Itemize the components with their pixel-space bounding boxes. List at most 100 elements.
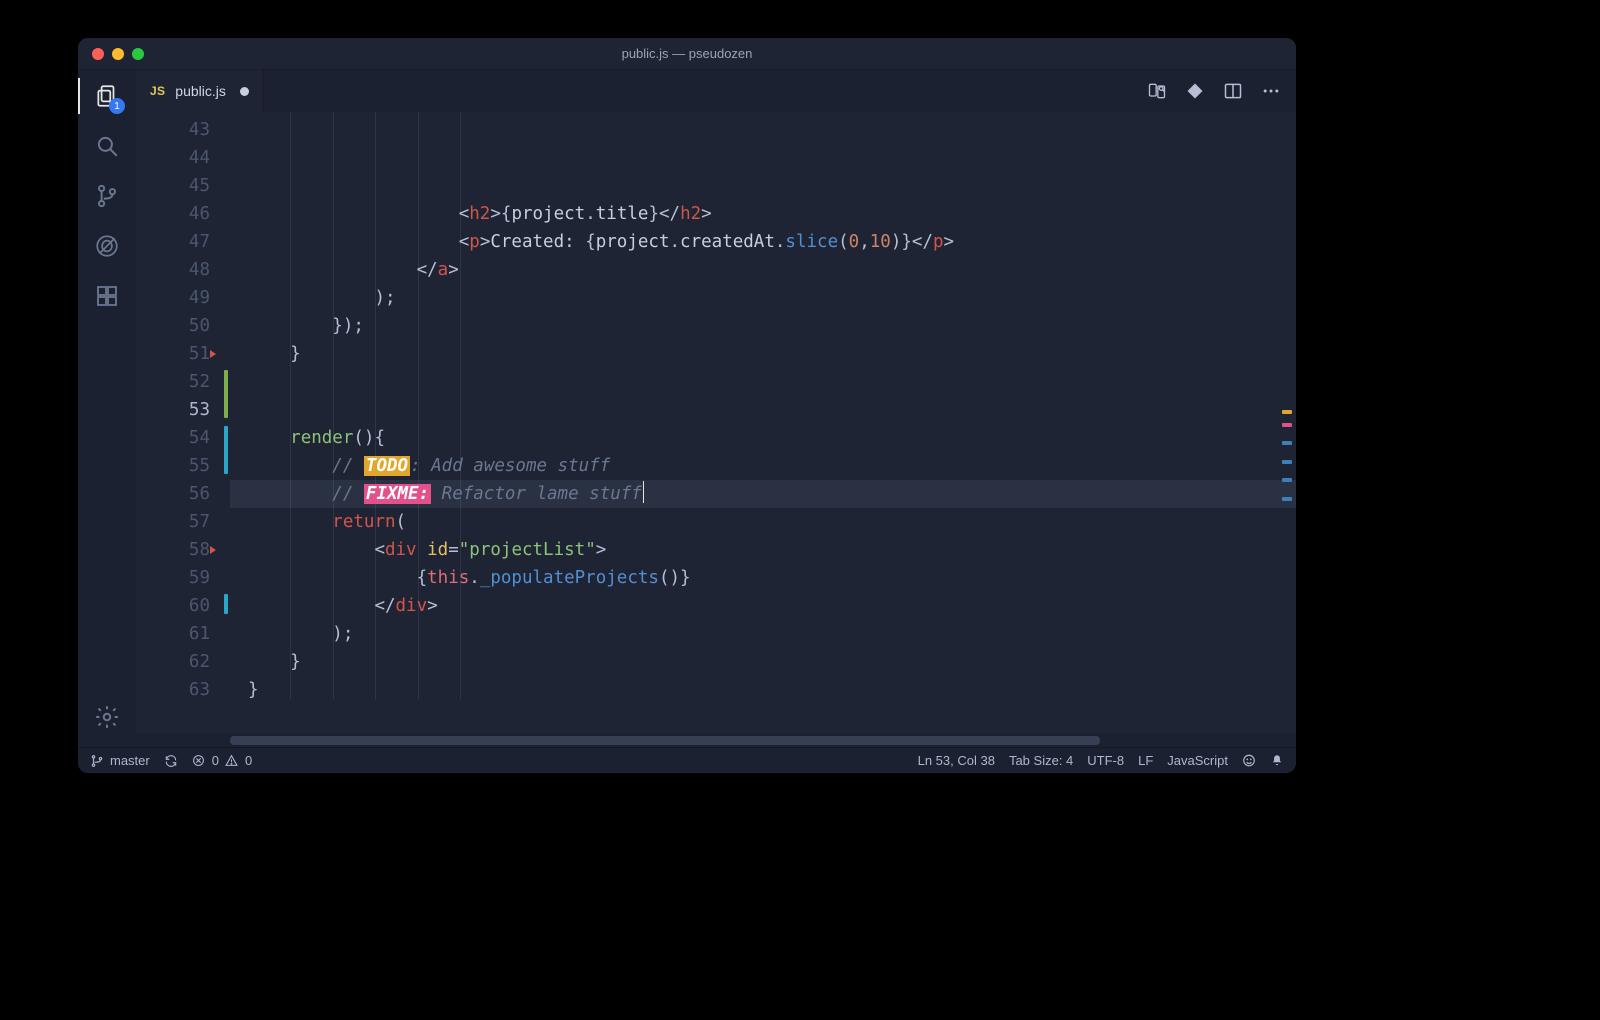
code-line[interactable]: ); — [230, 620, 1296, 648]
activity-bar: 1 — [78, 70, 136, 747]
minimap-marker — [1282, 410, 1292, 414]
sync-button[interactable] — [164, 754, 178, 768]
extensions-icon — [95, 284, 119, 308]
code-line[interactable]: // TODO: Add awesome stuff — [230, 452, 1296, 480]
minimap[interactable] — [1272, 112, 1294, 733]
titlebar: public.js — pseudozen — [78, 38, 1296, 70]
bell-icon — [1270, 754, 1284, 768]
line-number[interactable]: 56 — [136, 480, 210, 508]
line-number[interactable]: 44 — [136, 144, 210, 172]
line-number[interactable]: 59 — [136, 564, 210, 592]
debug-view-button[interactable] — [91, 230, 123, 262]
line-number[interactable]: 53 — [136, 396, 210, 424]
line-number[interactable]: 58 — [136, 536, 210, 564]
text-cursor — [643, 481, 645, 503]
code-line[interactable]: </a> — [230, 256, 1296, 284]
search-view-button[interactable] — [91, 130, 123, 162]
error-count: 0 — [212, 753, 219, 768]
search-icon — [94, 133, 120, 159]
line-number[interactable]: 47 — [136, 228, 210, 256]
more-actions-button[interactable] — [1260, 80, 1282, 102]
line-number[interactable]: 61 — [136, 620, 210, 648]
code-line[interactable]: } — [230, 676, 1296, 704]
open-changes-button[interactable] — [1184, 80, 1206, 102]
git-modified-marker — [224, 426, 228, 474]
window-controls — [92, 48, 144, 60]
code-line[interactable]: } — [230, 340, 1296, 368]
line-number[interactable]: 43 — [136, 116, 210, 144]
line-number[interactable]: 57 — [136, 508, 210, 536]
code-line[interactable]: <p>Created: {project.createdAt.slice(0,1… — [230, 228, 1296, 256]
code-line[interactable] — [230, 732, 1296, 733]
code-line[interactable] — [230, 704, 1296, 732]
minimize-window-button[interactable] — [112, 48, 124, 60]
smiley-icon — [1242, 754, 1256, 768]
code-line[interactable]: ); — [230, 284, 1296, 312]
code-editor[interactable]: 4344454647484950515253545556575859606162… — [136, 112, 1296, 733]
problems-status[interactable]: 0 0 — [192, 753, 252, 768]
line-number[interactable]: 52 — [136, 368, 210, 396]
explorer-badge: 1 — [109, 98, 125, 114]
code-line[interactable]: render(){ — [230, 424, 1296, 452]
branch-name: master — [110, 753, 150, 768]
source-control-view-button[interactable] — [91, 180, 123, 212]
line-number[interactable]: 63 — [136, 676, 210, 704]
minimap-marker — [1282, 478, 1292, 482]
editor-actions — [1146, 70, 1296, 112]
explorer-view-button[interactable]: 1 — [91, 80, 123, 112]
code-line[interactable]: // FIXME: Refactor lame stuff — [230, 480, 1296, 508]
feedback-button[interactable] — [1242, 754, 1256, 768]
indentation-status[interactable]: Tab Size: 4 — [1009, 753, 1073, 768]
line-number[interactable]: 46 — [136, 200, 210, 228]
line-number[interactable]: 45 — [136, 172, 210, 200]
code-line[interactable]: <h2>{project.title}</h2> — [230, 200, 1296, 228]
scrollbar-thumb[interactable] — [230, 736, 1100, 745]
minimap-marker — [1282, 441, 1292, 445]
line-number[interactable]: 48 — [136, 256, 210, 284]
settings-button[interactable] — [91, 701, 123, 733]
line-number[interactable]: 51 — [136, 340, 210, 368]
line-number-gutter[interactable]: 4344454647484950515253545556575859606162… — [136, 112, 224, 733]
zoom-window-button[interactable] — [132, 48, 144, 60]
no-bug-icon — [94, 233, 120, 259]
editor-tabs: JS public.js — [136, 70, 1296, 112]
line-number[interactable]: 49 — [136, 284, 210, 312]
extensions-view-button[interactable] — [91, 280, 123, 312]
code-line[interactable]: </div> — [230, 592, 1296, 620]
code-line[interactable]: } — [230, 648, 1296, 676]
git-added-marker — [224, 370, 228, 418]
compare-changes-button[interactable] — [1146, 80, 1168, 102]
close-window-button[interactable] — [92, 48, 104, 60]
line-number[interactable]: 60 — [136, 592, 210, 620]
encoding-status[interactable]: UTF-8 — [1087, 753, 1124, 768]
ellipsis-icon — [1261, 81, 1281, 101]
git-modified-marker — [224, 594, 228, 614]
code-line[interactable] — [230, 396, 1296, 424]
eol-status[interactable]: LF — [1138, 753, 1153, 768]
warning-icon — [225, 754, 239, 768]
cursor-position-status[interactable]: Ln 53, Col 38 — [918, 753, 995, 768]
code-line[interactable]: }); — [230, 312, 1296, 340]
code-line[interactable]: <div id="projectList"> — [230, 536, 1296, 564]
code-area[interactable]: <h2>{project.title}</h2> <p>Created: {pr… — [230, 112, 1296, 733]
notifications-button[interactable] — [1270, 754, 1284, 768]
app-window: public.js — pseudozen 1 — [78, 38, 1296, 773]
minimap-marker — [1282, 423, 1292, 427]
horizontal-scrollbar[interactable] — [136, 733, 1296, 747]
status-bar: master 0 0 Ln 53, Col 38 Tab Size: 4 — [78, 747, 1296, 773]
language-mode-status[interactable]: JavaScript — [1167, 753, 1228, 768]
git-branch-status[interactable]: master — [90, 753, 150, 768]
line-number[interactable]: 50 — [136, 312, 210, 340]
line-number[interactable]: 54 — [136, 424, 210, 452]
compare-icon — [1147, 81, 1167, 101]
line-number[interactable]: 55 — [136, 452, 210, 480]
gutter-error-marker-icon — [210, 546, 216, 554]
warning-count: 0 — [245, 753, 252, 768]
error-icon — [192, 754, 206, 768]
code-line[interactable]: return( — [230, 508, 1296, 536]
code-line[interactable]: {this._populateProjects()} — [230, 564, 1296, 592]
split-editor-button[interactable] — [1222, 80, 1244, 102]
tab-public-js[interactable]: JS public.js — [136, 70, 264, 112]
code-line[interactable] — [230, 368, 1296, 396]
line-number[interactable]: 62 — [136, 648, 210, 676]
